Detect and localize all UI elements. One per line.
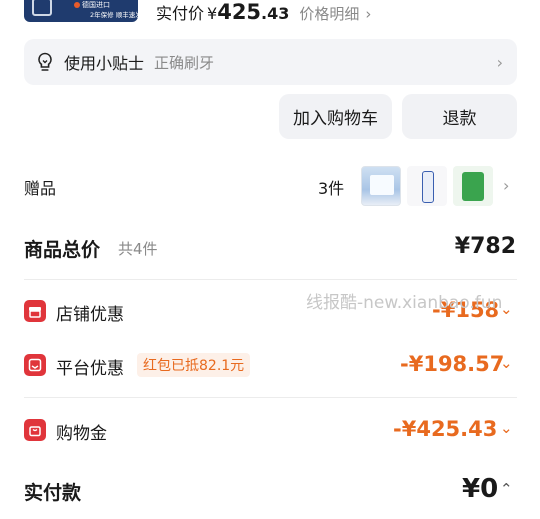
gifts-label: 赠品	[24, 179, 57, 198]
warranty-shield-icon	[32, 0, 52, 16]
chevron-right-icon: ›	[365, 5, 372, 23]
shop-icon	[24, 300, 46, 322]
banner-line1: 德国进口	[82, 1, 110, 9]
shopping-gold-value[interactable]: -¥425.43	[393, 417, 497, 441]
platform-discount-value[interactable]: -¥198.57	[400, 352, 504, 376]
add-to-cart-button[interactable]: 加入购物车	[279, 94, 392, 139]
paid-price-label: 实付价	[156, 4, 205, 23]
product-thumbnail[interactable]: 德国进口 2年保修 顺丰速发	[24, 0, 138, 22]
platform-icon	[24, 354, 46, 376]
gift-image-3[interactable]	[453, 166, 493, 206]
lightbulb-icon	[36, 52, 54, 72]
actual-payment-value: ¥0	[462, 474, 499, 504]
platform-discount-label: 平台优惠	[56, 359, 124, 379]
gift-image-2[interactable]	[407, 166, 447, 206]
shopping-bag-icon	[24, 419, 46, 441]
total-price-label: 商品总价	[24, 239, 101, 261]
chevron-down-icon[interactable]: ⌄	[500, 354, 513, 372]
paid-price-row[interactable]: 实付价 ¥ 425 .43 价格明细 ›	[156, 0, 371, 24]
red-packet-tag: 红包已抵82.1元	[137, 353, 251, 377]
watermark: 线报酷-new.xianbao.fun	[306, 293, 503, 313]
total-item-count: 共4件	[118, 240, 158, 258]
divider	[24, 397, 517, 398]
paid-price-integer: 425	[217, 0, 262, 24]
refund-button[interactable]: 退款	[402, 94, 517, 139]
chevron-down-icon[interactable]: ⌄	[500, 419, 513, 437]
divider	[24, 279, 517, 280]
banner-line2: 2年保修 顺丰速发	[90, 11, 138, 19]
usage-tip-bar[interactable]: 使用小贴士 正确刷牙 ›	[24, 39, 517, 85]
germany-flag-icon	[74, 2, 80, 8]
chevron-up-icon[interactable]: ⌃	[500, 480, 513, 498]
paid-price-decimal: .43	[261, 4, 290, 23]
chevron-right-icon[interactable]: ›	[503, 176, 509, 195]
price-detail-link[interactable]: 价格明细	[299, 3, 359, 24]
gift-image-1[interactable]	[361, 166, 401, 206]
chevron-right-icon: ›	[496, 52, 503, 72]
total-price-value: ¥782	[454, 234, 516, 259]
gifts-count[interactable]: 3件	[318, 175, 344, 199]
shopping-gold-label: 购物金	[56, 424, 107, 444]
store-discount-label: 店铺优惠	[56, 305, 124, 325]
paid-price-currency: ¥	[207, 4, 218, 23]
actual-payment-label: 实付款	[24, 482, 82, 504]
tip-label: 使用小贴士	[64, 54, 145, 73]
tip-value: 正确刷牙	[154, 53, 215, 72]
